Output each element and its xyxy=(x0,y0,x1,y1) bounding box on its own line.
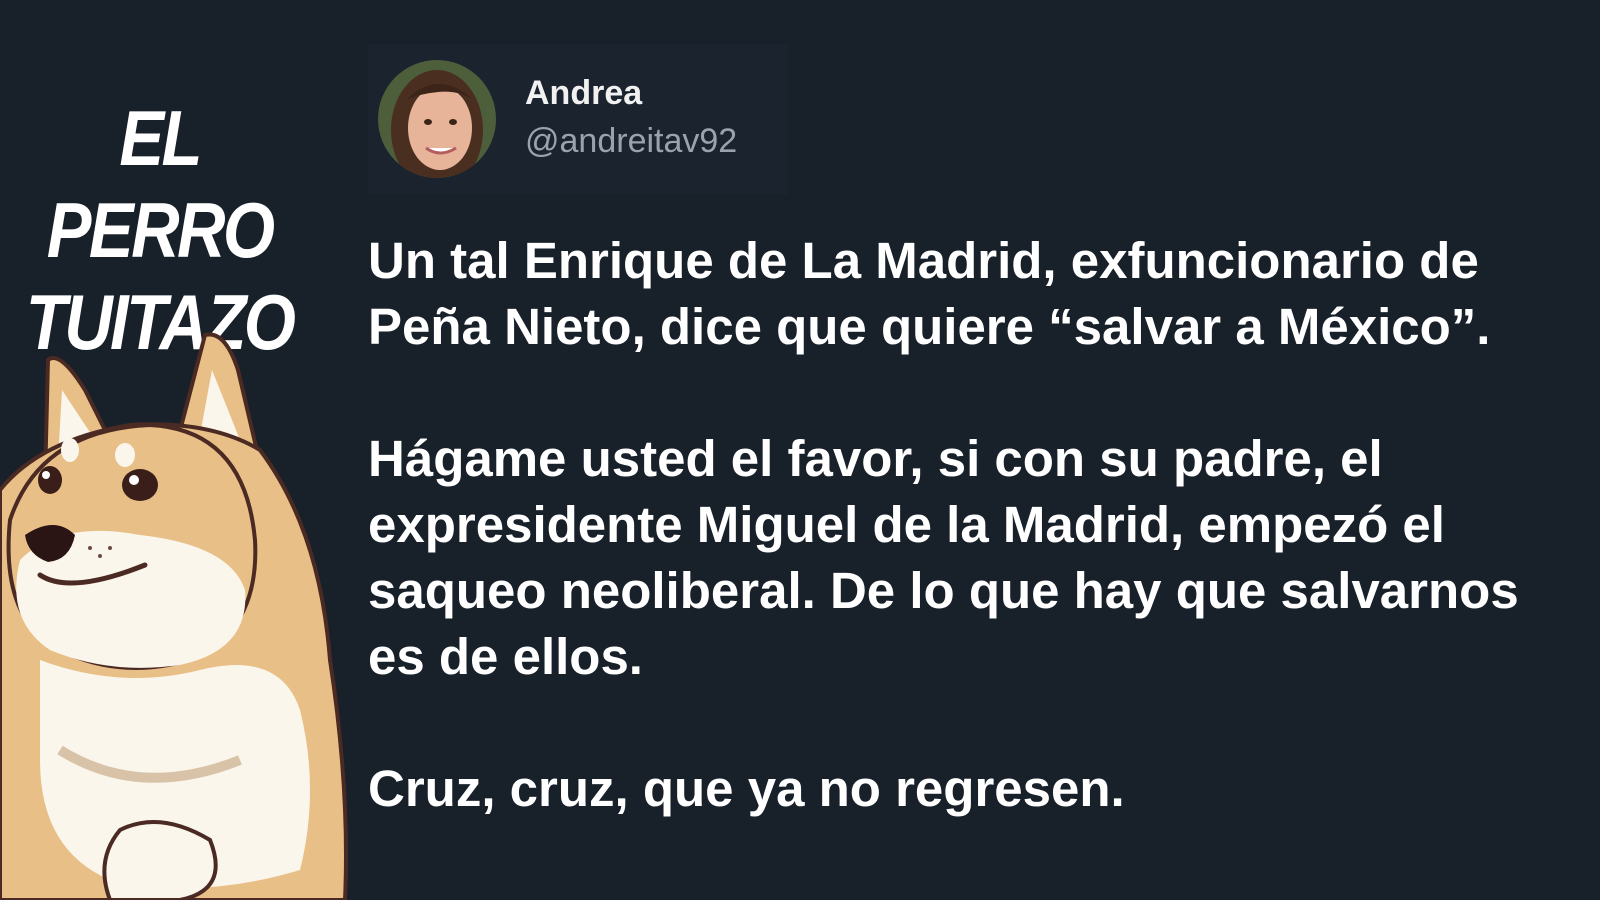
shiba-dog-icon xyxy=(0,332,348,900)
avatar[interactable] xyxy=(378,60,496,178)
author-name[interactable]: Andrea xyxy=(525,74,642,113)
tweet-paragraph: Un tal Enrique de La Madrid, exfuncionar… xyxy=(368,232,1491,355)
avatar-icon xyxy=(378,60,496,178)
brand-logo: EL PERRO TUITAZO xyxy=(22,92,297,368)
author-handle[interactable]: @andreitav92 xyxy=(525,122,737,161)
tweet-paragraph: Cruz, cruz, que ya no regresen. xyxy=(368,760,1125,817)
tweet-paragraph: Hágame usted el favor, si con su padre, … xyxy=(368,430,1519,685)
brand-line-1: EL PERRO xyxy=(46,94,275,274)
tweet-body: Un tal Enrique de La Madrid, exfuncionar… xyxy=(368,228,1568,822)
